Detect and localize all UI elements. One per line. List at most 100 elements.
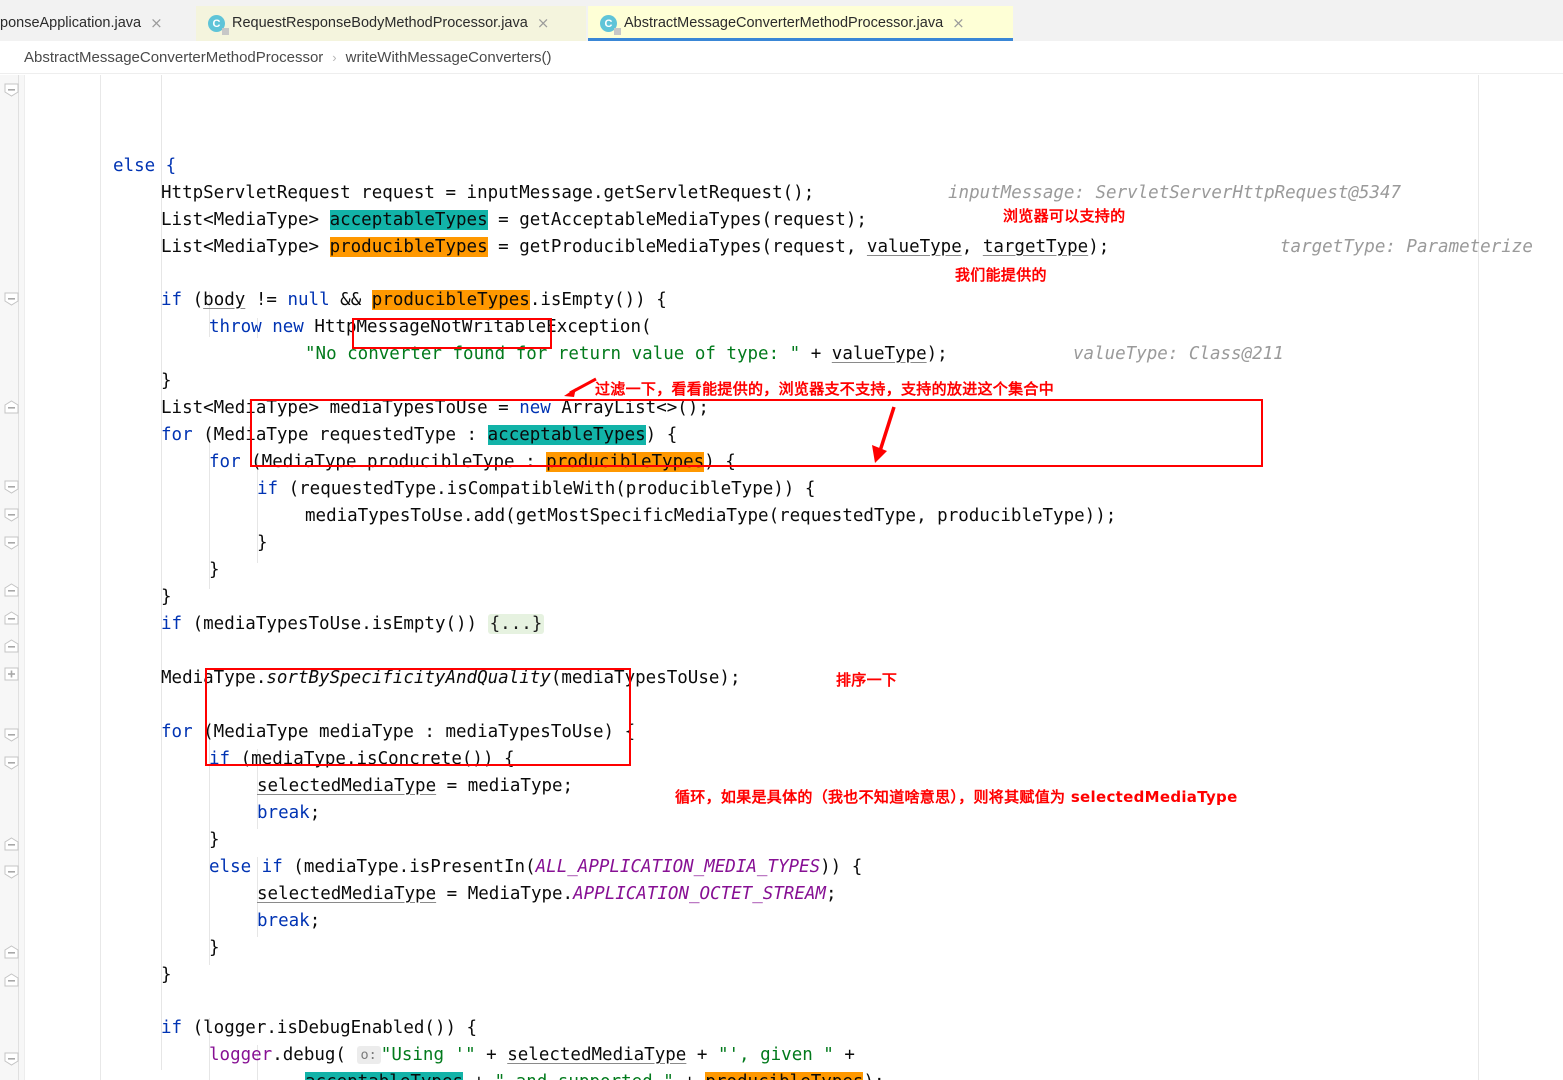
highlight-producibleTypes: producibleTypes: [371, 290, 530, 310]
code-text: );: [1088, 237, 1110, 257]
code-line-if-debug-enabled: if (logger.isDebugEnabled()) {: [161, 1015, 477, 1042]
var-body: body: [203, 290, 246, 310]
code-text: +: [800, 344, 832, 364]
collapsed-block-chip[interactable]: {...}: [487, 614, 545, 634]
const-APPLICATION_OCTET_STREAM: APPLICATION_OCTET_STREAM: [573, 884, 826, 904]
code-line-else-if-isPresentIn: else if (mediaType.isPresentIn(ALL_APPLI…: [209, 854, 862, 881]
code-line-request: HttpServletRequest request = inputMessag…: [161, 180, 814, 207]
code-text: ,: [961, 237, 983, 257]
inlay-hint-targetType: targetType: Parameterize: [1280, 237, 1533, 257]
inlay-param-hint: o:: [356, 1046, 381, 1064]
code-line-assign-selectedMediaType: selectedMediaType = mediaType;: [257, 773, 573, 800]
code-line-break: break;: [257, 908, 320, 935]
code-line-break: break;: [257, 800, 320, 827]
keyword-if: if: [257, 479, 279, 499]
code-line-close-brace: }: [209, 938, 220, 958]
var-selectedMediaType: selectedMediaType: [507, 1045, 687, 1065]
var-valueType: valueType: [866, 237, 962, 257]
editor-tab-ponseApplication[interactable]: ponseApplication.java ×: [0, 6, 180, 41]
code-line-if-body-null: if (body != null && producibleTypes.isEm…: [161, 287, 667, 314]
code-text: +: [463, 1072, 495, 1080]
source-code[interactable]: else { HttpServletRequest request = inpu…: [0, 75, 1563, 1080]
keyword-for: for: [161, 722, 193, 742]
code-text: List<MediaType>: [161, 210, 330, 230]
keyword-else-if: else if: [209, 857, 283, 877]
code-line-acceptableTypes: List<MediaType> acceptableTypes = getAcc…: [161, 207, 867, 234]
annotation-we-provide: 我们能提供的: [955, 266, 1047, 284]
keyword-for: for: [161, 425, 193, 445]
code-text: (mediaTypesToUse.isEmpty()): [182, 614, 488, 634]
keyword-if: if: [161, 1018, 183, 1038]
arrow-left-icon: [564, 377, 597, 397]
var-selectedMediaType: selectedMediaType: [257, 884, 437, 904]
keyword-break: break: [257, 911, 310, 931]
string-literal: "', given ": [717, 1045, 834, 1065]
keyword-for: for: [209, 452, 241, 472]
editor-tab-RequestResponseBodyMethodProcessor[interactable]: C RequestResponseBodyMethodProcessor.jav…: [196, 6, 586, 41]
code-line-producibleTypes: List<MediaType> producibleTypes = getPro…: [161, 234, 1109, 261]
breadcrumb-method[interactable]: writeWithMessageConverters(): [346, 49, 552, 66]
code-text: ;: [309, 911, 321, 931]
annotation-filter-note: 过滤一下，看看能提供的，浏览器支不支持，支持的放进这个集合中: [595, 380, 1055, 398]
keyword-throw: throw: [209, 317, 262, 337]
highlight-producibleTypes: producibleTypes: [329, 237, 488, 257]
close-icon[interactable]: ×: [537, 16, 550, 31]
code-line-close-brace: }: [209, 830, 220, 850]
redbox-if-compatible-block: [250, 399, 1263, 467]
tab-label: ponseApplication.java: [0, 15, 142, 32]
keyword-if: if: [161, 290, 183, 310]
editor-tab-bar: ponseApplication.java × C RequestRespons…: [0, 6, 1563, 41]
annotation-sort-note: 排序一下: [836, 671, 898, 689]
code-text: (requestedType.isCompatibleWith(producib…: [278, 479, 816, 499]
code-line-close-brace: }: [257, 533, 268, 553]
inlay-hint-valueType: valueType: Class@211: [1073, 344, 1284, 364]
code-text: (mediaType.isPresentIn(: [282, 857, 536, 877]
redbox-mediaTypesToUse: [352, 318, 552, 349]
breadcrumb: AbstractMessageConverterMethodProcessor …: [0, 41, 1563, 74]
keyword-null: null: [287, 290, 330, 310]
arrow-down-icon: [872, 406, 896, 463]
code-text: +: [475, 1045, 508, 1065]
java-class-icon: C: [208, 15, 229, 35]
code-line-logger-debug: logger.debug( o: "Using '" + selectedMedi…: [209, 1042, 855, 1069]
var-selectedMediaType: selectedMediaType: [257, 776, 437, 796]
code-text: !=: [245, 290, 288, 310]
editor-tab-AbstractMessageConverterMethodProcessor[interactable]: C AbstractMessageConverterMethodProcesso…: [588, 6, 1013, 41]
close-icon[interactable]: ×: [150, 16, 163, 31]
code-text: .debug(: [272, 1045, 357, 1065]
code-text: );: [863, 1072, 884, 1080]
var-targetType: targetType: [982, 237, 1089, 257]
field-logger: logger: [209, 1045, 273, 1065]
code-text: ;: [309, 803, 321, 823]
inlay-hint-inputMessage: inputMessage: ServletServerHttpRequest@5…: [948, 183, 1402, 203]
annotation-browser-support: 浏览器可以支持的: [1003, 207, 1126, 225]
breadcrumb-class[interactable]: AbstractMessageConverterMethodProcessor: [24, 49, 323, 66]
code-text: List<MediaType>: [161, 237, 330, 257]
code-text: )) {: [820, 857, 863, 877]
annotation-loop-concrete-note: 循环，如果是具体的（我也不知道啥意思），则将其赋值为 selectedMedia…: [675, 788, 1238, 806]
code-line-if-isEmpty: if (mediaTypesToUse.isEmpty()) {...}: [161, 611, 545, 638]
redbox-isConcrete-block: [205, 668, 631, 766]
code-text: = getAcceptableMediaTypes(request);: [487, 210, 867, 230]
code-line-assign-octet-stream: selectedMediaType = MediaType.APPLICATIO…: [257, 881, 837, 908]
keyword-if: if: [161, 614, 183, 634]
code-text: .isEmpty()) {: [529, 290, 667, 310]
code-text: = MediaType.: [436, 884, 574, 904]
code-text: ;: [825, 884, 837, 904]
close-icon[interactable]: ×: [952, 16, 965, 31]
code-line-else: else {: [113, 153, 176, 180]
java-class-icon: C: [600, 15, 621, 35]
keyword-break: break: [257, 803, 310, 823]
code-text: );: [926, 344, 948, 364]
code-line-logger-args: acceptableTypes + " and supported " + pr…: [305, 1069, 885, 1080]
ide-window: ponseApplication.java × C RequestRespons…: [0, 0, 1563, 1080]
code-line-close-brace: }: [161, 965, 172, 985]
code-editor[interactable]: else { HttpServletRequest request = inpu…: [0, 75, 1563, 1080]
keyword-else: else {: [113, 156, 177, 176]
code-text: (logger.isDebugEnabled()) {: [182, 1018, 478, 1038]
breadcrumb-separator: ›: [332, 49, 337, 65]
code-text: = mediaType;: [436, 776, 574, 796]
const-ALL_APPLICATION_MEDIA_TYPES: ALL_APPLICATION_MEDIA_TYPES: [535, 857, 821, 877]
code-text: +: [674, 1072, 706, 1080]
code-text: = getProducibleMediaTypes(request,: [487, 237, 867, 257]
